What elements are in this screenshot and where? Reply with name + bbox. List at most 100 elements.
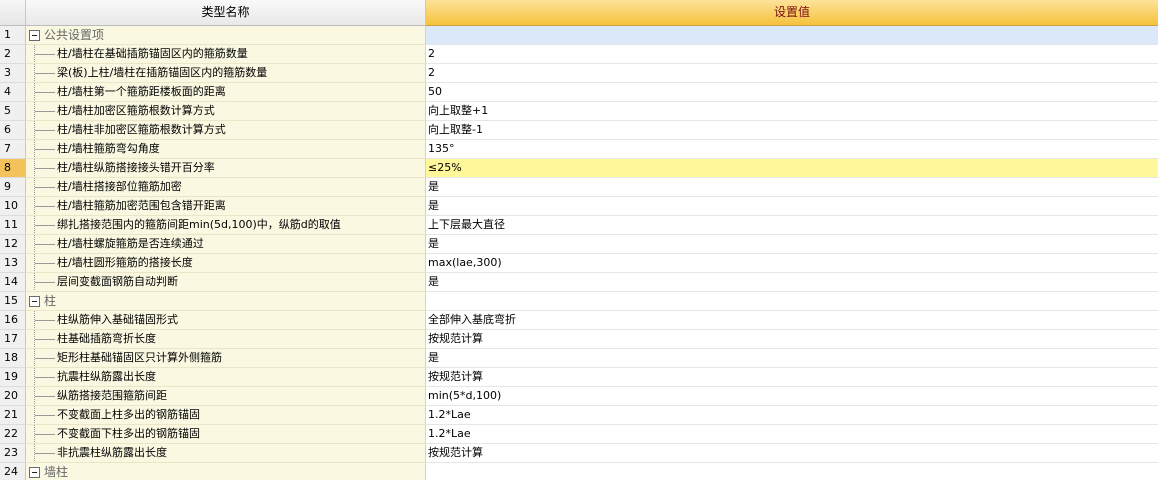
- type-name-cell[interactable]: 柱纵筋伸入基础锚固形式: [26, 311, 426, 330]
- group-row[interactable]: 15 柱: [0, 292, 1158, 311]
- row-number[interactable]: 18: [0, 349, 26, 368]
- setting-value-cell[interactable]: 是: [426, 235, 1158, 254]
- row-number[interactable]: 13: [0, 254, 26, 273]
- setting-value-cell[interactable]: 按规范计算: [426, 444, 1158, 463]
- row-number[interactable]: 20: [0, 387, 26, 406]
- row-number[interactable]: 15: [0, 292, 26, 311]
- row-number[interactable]: 7: [0, 140, 26, 159]
- table-row[interactable]: 2 柱/墙柱在基础插筋锚固区内的箍筋数量 2: [0, 45, 1158, 64]
- table-row[interactable]: 18 矩形柱基础锚固区只计算外侧箍筋 是: [0, 349, 1158, 368]
- table-row[interactable]: 17 柱基础插筋弯折长度 按规范计算: [0, 330, 1158, 349]
- row-number[interactable]: 11: [0, 216, 26, 235]
- type-name-cell[interactable]: 柱/墙柱箍筋弯勾角度: [26, 140, 426, 159]
- collapse-minus-icon[interactable]: [29, 467, 40, 478]
- type-name-cell[interactable]: 柱/墙柱在基础插筋锚固区内的箍筋数量: [26, 45, 426, 64]
- row-number[interactable]: 9: [0, 178, 26, 197]
- collapse-minus-icon[interactable]: [29, 30, 40, 41]
- row-number[interactable]: 1: [0, 26, 26, 45]
- group-row[interactable]: 1 公共设置项: [0, 26, 1158, 45]
- table-row[interactable]: 21 不变截面上柱多出的钢筋锚固 1.2*Lae: [0, 406, 1158, 425]
- table-row[interactable]: 4 柱/墙柱第一个箍筋距楼板面的距离 50: [0, 83, 1158, 102]
- setting-value-cell[interactable]: 是: [426, 349, 1158, 368]
- table-row[interactable]: 11 绑扎搭接范围内的箍筋间距min(5d,100)中，纵筋d的取值 上下层最大直径: [0, 216, 1158, 235]
- setting-value-cell[interactable]: 按规范计算: [426, 368, 1158, 387]
- setting-value-cell[interactable]: 上下层最大直径: [426, 216, 1158, 235]
- row-number[interactable]: 22: [0, 425, 26, 444]
- setting-value-cell[interactable]: 是: [426, 178, 1158, 197]
- row-number[interactable]: 10: [0, 197, 26, 216]
- row-number[interactable]: 23: [0, 444, 26, 463]
- row-number[interactable]: 4: [0, 83, 26, 102]
- type-name-cell[interactable]: 墙柱: [26, 463, 426, 480]
- row-number[interactable]: 3: [0, 64, 26, 83]
- row-number[interactable]: 19: [0, 368, 26, 387]
- row-number[interactable]: 5: [0, 102, 26, 121]
- table-row[interactable]: 20 纵筋搭接范围箍筋间距 min(5*d,100): [0, 387, 1158, 406]
- table-row[interactable]: 8 柱/墙柱纵筋搭接接头错开百分率 ≤25%: [0, 159, 1158, 178]
- row-number[interactable]: 24: [0, 463, 26, 480]
- type-name-cell[interactable]: 抗震柱纵筋露出长度: [26, 368, 426, 387]
- column-header-setting-value[interactable]: 设置值: [426, 0, 1158, 26]
- table-row[interactable]: 16 柱纵筋伸入基础锚固形式 全部伸入基底弯折: [0, 311, 1158, 330]
- type-name-cell[interactable]: 柱/墙柱圆形箍筋的搭接长度: [26, 254, 426, 273]
- type-name-cell[interactable]: 柱/墙柱箍筋加密范围包含错开距离: [26, 197, 426, 216]
- setting-value-cell[interactable]: max(lae,300): [426, 254, 1158, 273]
- setting-value-cell[interactable]: [426, 26, 1158, 45]
- type-name-cell[interactable]: 不变截面上柱多出的钢筋锚固: [26, 406, 426, 425]
- type-name-cell[interactable]: 柱/墙柱搭接部位箍筋加密: [26, 178, 426, 197]
- type-name-cell[interactable]: 绑扎搭接范围内的箍筋间距min(5d,100)中，纵筋d的取值: [26, 216, 426, 235]
- type-name-cell[interactable]: 柱: [26, 292, 426, 311]
- type-name-cell[interactable]: 矩形柱基础锚固区只计算外侧箍筋: [26, 349, 426, 368]
- table-row[interactable]: 19 抗震柱纵筋露出长度 按规范计算: [0, 368, 1158, 387]
- setting-value-cell[interactable]: 向上取整+1: [426, 102, 1158, 121]
- setting-value-cell[interactable]: min(5*d,100): [426, 387, 1158, 406]
- type-name-cell[interactable]: 纵筋搭接范围箍筋间距: [26, 387, 426, 406]
- setting-value-cell[interactable]: 135°: [426, 140, 1158, 159]
- type-name-cell[interactable]: 柱/墙柱加密区箍筋根数计算方式: [26, 102, 426, 121]
- collapse-minus-icon[interactable]: [29, 296, 40, 307]
- table-row[interactable]: 7 柱/墙柱箍筋弯勾角度 135°: [0, 140, 1158, 159]
- setting-value-cell[interactable]: 1.2*Lae: [426, 406, 1158, 425]
- table-row[interactable]: 3 梁(板)上柱/墙柱在插筋锚固区内的箍筋数量 2: [0, 64, 1158, 83]
- row-number[interactable]: 16: [0, 311, 26, 330]
- setting-value-cell[interactable]: 按规范计算: [426, 330, 1158, 349]
- type-name-cell[interactable]: 柱/墙柱螺旋箍筋是否连续通过: [26, 235, 426, 254]
- table-row[interactable]: 22 不变截面下柱多出的钢筋锚固 1.2*Lae: [0, 425, 1158, 444]
- setting-value-cell[interactable]: ≤25%: [426, 159, 1158, 178]
- table-row[interactable]: 10 柱/墙柱箍筋加密范围包含错开距离 是: [0, 197, 1158, 216]
- type-name-cell[interactable]: 梁(板)上柱/墙柱在插筋锚固区内的箍筋数量: [26, 64, 426, 83]
- setting-value-cell[interactable]: 2: [426, 64, 1158, 83]
- row-number[interactable]: 2: [0, 45, 26, 64]
- row-number[interactable]: 12: [0, 235, 26, 254]
- table-row[interactable]: 6 柱/墙柱非加密区箍筋根数计算方式 向上取整-1: [0, 121, 1158, 140]
- table-row[interactable]: 23 非抗震柱纵筋露出长度 按规范计算: [0, 444, 1158, 463]
- setting-value-cell[interactable]: 全部伸入基底弯折: [426, 311, 1158, 330]
- type-name-cell[interactable]: 非抗震柱纵筋露出长度: [26, 444, 426, 463]
- type-name-cell[interactable]: 层间变截面钢筋自动判断: [26, 273, 426, 292]
- type-name-cell[interactable]: 柱/墙柱第一个箍筋距楼板面的距离: [26, 83, 426, 102]
- setting-value-cell[interactable]: 是: [426, 273, 1158, 292]
- setting-value-cell[interactable]: 2: [426, 45, 1158, 64]
- setting-value-cell[interactable]: [426, 292, 1158, 311]
- setting-value-cell[interactable]: 1.2*Lae: [426, 425, 1158, 444]
- row-number[interactable]: 17: [0, 330, 26, 349]
- type-name-cell[interactable]: 公共设置项: [26, 26, 426, 45]
- table-row[interactable]: 12 柱/墙柱螺旋箍筋是否连续通过 是: [0, 235, 1158, 254]
- row-number[interactable]: 6: [0, 121, 26, 140]
- table-row[interactable]: 9 柱/墙柱搭接部位箍筋加密 是: [0, 178, 1158, 197]
- type-name-cell[interactable]: 柱基础插筋弯折长度: [26, 330, 426, 349]
- table-row[interactable]: 14 层间变截面钢筋自动判断 是: [0, 273, 1158, 292]
- setting-value-cell[interactable]: 是: [426, 197, 1158, 216]
- row-number[interactable]: 21: [0, 406, 26, 425]
- table-row[interactable]: 5 柱/墙柱加密区箍筋根数计算方式 向上取整+1: [0, 102, 1158, 121]
- row-number[interactable]: 8: [0, 159, 26, 178]
- type-name-cell[interactable]: 柱/墙柱非加密区箍筋根数计算方式: [26, 121, 426, 140]
- setting-value-cell[interactable]: 向上取整-1: [426, 121, 1158, 140]
- setting-value-cell[interactable]: [426, 463, 1158, 480]
- type-name-cell[interactable]: 不变截面下柱多出的钢筋锚固: [26, 425, 426, 444]
- setting-value-cell[interactable]: 50: [426, 83, 1158, 102]
- header-corner[interactable]: [0, 0, 26, 26]
- column-header-type-name[interactable]: 类型名称: [26, 0, 426, 26]
- table-row[interactable]: 13 柱/墙柱圆形箍筋的搭接长度 max(lae,300): [0, 254, 1158, 273]
- group-row[interactable]: 24 墙柱: [0, 463, 1158, 480]
